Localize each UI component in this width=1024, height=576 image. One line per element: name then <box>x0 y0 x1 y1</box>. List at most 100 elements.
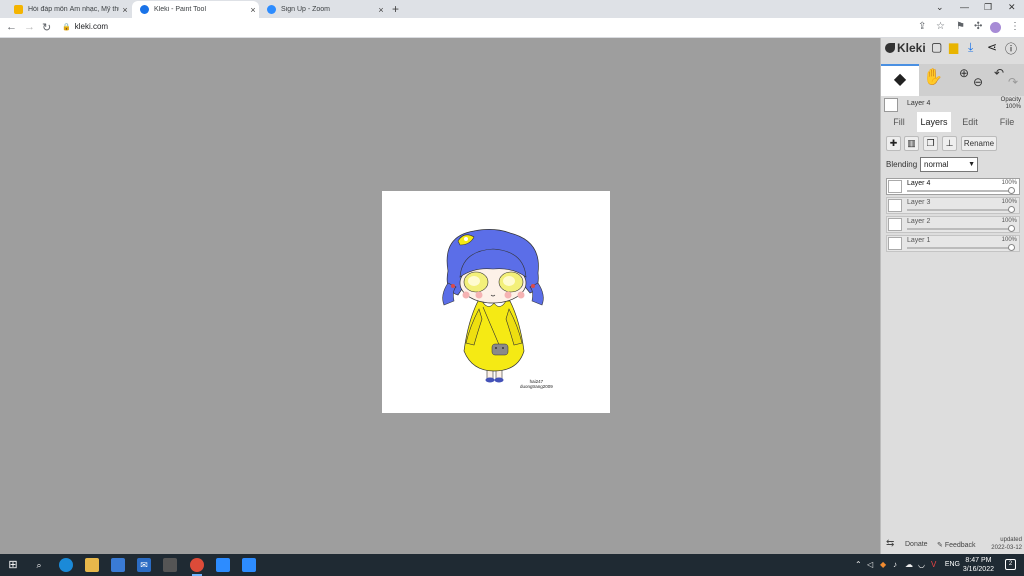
tab-favicon-icon <box>140 5 149 14</box>
rename-button[interactable]: Rename <box>961 136 997 151</box>
zoom-in-icon[interactable]: ⊕ <box>959 66 969 80</box>
canvas-workspace[interactable]: hai247 duongtrang2009 <box>0 38 880 554</box>
slider-knob[interactable] <box>1008 225 1015 232</box>
search-icon[interactable]: ⌕ <box>32 558 46 572</box>
delete-layer-icon[interactable]: ▥ <box>904 136 919 151</box>
zoom-app-icon[interactable] <box>216 558 230 572</box>
updated-label: updated <box>1000 537 1022 543</box>
feedback-label: Feedback <box>944 542 976 549</box>
speaker-icon[interactable]: ◁ <box>867 560 873 569</box>
hand-icon[interactable]: ✋ <box>923 67 943 87</box>
donate-link[interactable]: Donate <box>905 541 928 548</box>
input-language[interactable]: ENG <box>945 561 960 568</box>
swap-panel-side-icon[interactable]: ⇆ <box>886 538 894 549</box>
camera-icon[interactable] <box>163 558 177 572</box>
system-clock[interactable]: 8:47 PM 3/16/2022 <box>963 556 994 574</box>
add-layer-icon[interactable]: ✚ <box>886 136 901 151</box>
merge-layer-icon[interactable]: ⊥ <box>942 136 957 151</box>
close-tab-icon[interactable]: × <box>247 5 259 15</box>
share-icon[interactable]: ⋖ <box>987 40 997 54</box>
close-tab-icon[interactable]: × <box>119 5 131 15</box>
new-tab-icon[interactable]: + <box>392 2 399 16</box>
download-icon[interactable]: ⤓ <box>968 40 973 55</box>
cloud-icon[interactable]: ☁ <box>905 560 913 569</box>
slider-knob[interactable] <box>1008 187 1015 194</box>
opacity-label: Opacity <box>1000 97 1021 103</box>
tab-edit[interactable]: Edit <box>955 112 985 132</box>
layer-name: Layer 1 <box>907 237 931 244</box>
layer-opacity: 100% <box>1001 199 1017 205</box>
updated-info: updated 2022-03-12 <box>991 536 1022 552</box>
tab-layers[interactable]: Layers <box>917 112 951 132</box>
layer-opacity-slider[interactable] <box>907 187 1015 194</box>
tab-file[interactable]: File <box>991 112 1023 132</box>
layer-opacity-slider[interactable] <box>907 225 1015 232</box>
drawing-canvas[interactable]: hai247 duongtrang2009 <box>382 191 610 413</box>
layer-row[interactable]: Layer 1 100% <box>886 235 1020 252</box>
vivaldi-icon[interactable]: V <box>931 560 936 569</box>
notification-center-icon[interactable]: 2 <box>1005 559 1016 570</box>
forward-icon[interactable]: → <box>24 21 35 33</box>
share-icon[interactable]: ⇪ <box>918 21 926 32</box>
chevron-up-icon[interactable]: ⌃ <box>855 560 862 569</box>
chevron-down-icon: ▼ <box>968 161 975 168</box>
help-icon[interactable]: ⓘ <box>1005 40 1017 57</box>
extensions-puzzle-icon[interactable]: ✣ <box>974 21 982 32</box>
layer-opacity-slider[interactable] <box>907 244 1015 251</box>
extension-flag-icon[interactable]: ⚑ <box>956 21 965 32</box>
kleki-logo-icon <box>885 43 895 53</box>
tab-title: Hỏi đáp môn Âm nhạc, Mỹ thuật <box>28 6 119 13</box>
back-icon[interactable]: ← <box>6 21 17 33</box>
browser-tab[interactable]: Sign Up - Zoom × <box>259 1 387 18</box>
url-text: kleki.com <box>74 22 109 31</box>
slider-knob[interactable] <box>1008 244 1015 251</box>
browser-menu-icon[interactable]: ⋮ <box>1010 21 1020 32</box>
duplicate-layer-icon[interactable]: ❐ <box>923 136 938 151</box>
close-tab-icon[interactable]: × <box>375 5 387 15</box>
wifi-icon[interactable]: ◡ <box>918 560 925 569</box>
microphone-icon[interactable]: ♪ <box>893 560 897 569</box>
url-field[interactable]: 🔒 kleki.com <box>62 22 108 31</box>
windows-start-icon[interactable]: ⊞ <box>6 558 20 572</box>
app-tray-icon[interactable]: ◆ <box>880 560 886 569</box>
chrome-icon[interactable] <box>190 558 204 576</box>
minimize-icon[interactable]: — <box>960 2 969 12</box>
kleki-side-panel: Kleki ▢ ▆ ⤓ ⋖ ⓘ ◆ ✋ ⊕ ⊖ ↶ ↷ Layer 4 Opac… <box>880 38 1024 554</box>
undo-icon[interactable]: ↶ <box>994 66 1004 80</box>
mail-icon[interactable]: ✉ <box>137 558 151 572</box>
windows-taskbar: ⊞ ⌕ ✉ ⌃ ◁ ◆ ♪ ☁ ◡ V ENG 8:47 PM 3/16/202… <box>0 554 1024 576</box>
feedback-link[interactable]: ✎ Feedback <box>937 541 976 549</box>
layer-opacity: 100% <box>1001 180 1017 186</box>
layer-opacity-slider[interactable] <box>907 206 1015 213</box>
layer-opacity: 100% <box>1001 218 1017 224</box>
paint-bucket-icon[interactable]: ◆ <box>881 64 919 96</box>
zoom-out-icon[interactable]: ⊖ <box>973 75 983 89</box>
tab-search-icon[interactable]: ⌄ <box>936 2 944 13</box>
layer-list: Layer 4 100% Layer 3 100% Layer 2 100% L… <box>886 178 1020 254</box>
layer-row[interactable]: Layer 3 100% <box>886 197 1020 214</box>
clock-time: 8:47 PM <box>965 557 992 564</box>
profile-avatar[interactable] <box>990 22 1001 33</box>
edge-icon[interactable] <box>59 558 73 572</box>
browser-tab-active[interactable]: Kleki - Paint Tool × <box>132 1 259 18</box>
panel-tabs: Fill Layers Edit File <box>881 112 1024 132</box>
layer-name: Layer 2 <box>907 218 931 225</box>
blending-select[interactable]: normal ▼ <box>920 157 978 172</box>
redo-icon[interactable]: ↷ <box>1008 75 1018 89</box>
maximize-icon[interactable]: ❐ <box>984 2 992 13</box>
layer-row[interactable]: Layer 2 100% <box>886 216 1020 233</box>
new-image-icon[interactable]: ▢ <box>931 40 942 54</box>
browser-tab[interactable]: Hỏi đáp môn Âm nhạc, Mỹ thuật × <box>6 1 131 18</box>
layer-row[interactable]: Layer 4 100% <box>886 178 1020 195</box>
zoom-meeting-icon[interactable] <box>242 558 256 572</box>
clock-date: 3/16/2022 <box>962 566 994 573</box>
tab-fill[interactable]: Fill <box>885 112 913 132</box>
store-icon[interactable] <box>111 558 125 572</box>
artist-signature: hai247 duongtrang2009 <box>520 379 553 389</box>
bookmark-star-icon[interactable]: ☆ <box>936 21 945 32</box>
slider-knob[interactable] <box>1008 206 1015 213</box>
close-window-icon[interactable]: ✕ <box>1008 2 1016 13</box>
open-folder-icon[interactable]: ▆ <box>949 40 958 54</box>
file-explorer-icon[interactable] <box>85 558 99 572</box>
reload-icon[interactable]: ↻ <box>42 21 51 34</box>
